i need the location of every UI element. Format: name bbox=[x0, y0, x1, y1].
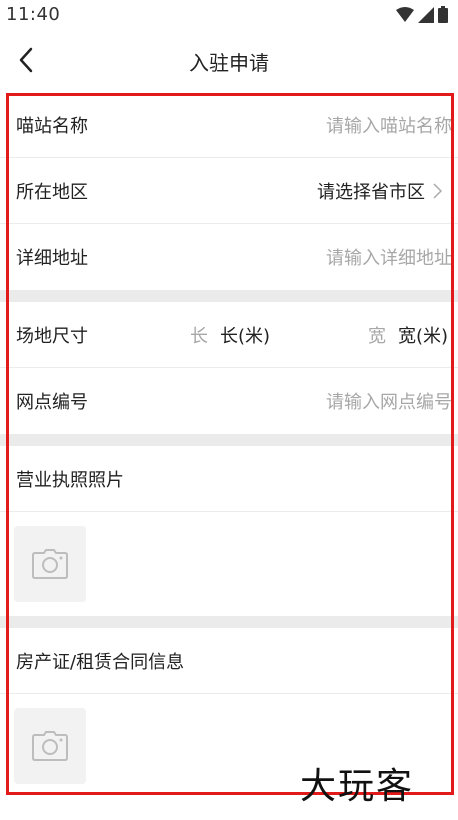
width-input[interactable]: 宽 宽(米) bbox=[368, 322, 448, 348]
outlet-number-label: 网点编号 bbox=[16, 392, 88, 413]
watermark: 大玩客 bbox=[300, 766, 415, 807]
station-name-label: 喵站名称 bbox=[16, 115, 88, 137]
signal-icon bbox=[418, 6, 434, 23]
address-label: 详细地址 bbox=[16, 248, 88, 269]
length-prefix: 长 bbox=[190, 325, 208, 347]
station-name-row: 喵站名称 请输入喵站名称 bbox=[0, 92, 458, 158]
status-time: 11:40 bbox=[6, 4, 61, 25]
width-unit: 宽(米) bbox=[398, 325, 449, 347]
property-cert-label: 房产证/租赁合同信息 bbox=[16, 651, 185, 673]
section-divider bbox=[0, 616, 458, 628]
width-prefix: 宽 bbox=[368, 325, 386, 347]
nav-bar: 入驻申请 bbox=[0, 30, 458, 90]
outlet-number-input[interactable]: 请输入网点编号 bbox=[326, 388, 452, 414]
business-license-upload-button[interactable] bbox=[14, 526, 86, 602]
region-selector[interactable]: 请选择省市区 bbox=[317, 178, 442, 204]
property-cert-row: 房产证/租赁合同信息 bbox=[0, 628, 458, 694]
battery-icon bbox=[438, 6, 448, 23]
page-title: 入驻申请 bbox=[189, 51, 269, 75]
station-name-input[interactable]: 请输入喵站名称 bbox=[326, 112, 452, 138]
section-divider bbox=[0, 290, 458, 302]
address-input[interactable]: 请输入详细地址 bbox=[326, 244, 452, 270]
wifi-icon bbox=[396, 6, 414, 22]
chevron-right-icon bbox=[433, 182, 442, 199]
status-bar: 11:40 bbox=[0, 0, 458, 30]
business-license-photo-area bbox=[0, 512, 458, 616]
status-icons bbox=[396, 6, 448, 23]
length-unit: 长(米) bbox=[220, 325, 271, 347]
region-row[interactable]: 所在地区 请选择省市区 bbox=[0, 158, 458, 224]
business-license-row: 营业执照照片 bbox=[0, 446, 458, 512]
property-cert-upload-button[interactable] bbox=[14, 708, 86, 784]
region-value: 请选择省市区 bbox=[317, 181, 425, 203]
section-divider bbox=[0, 434, 458, 446]
camera-icon bbox=[32, 731, 68, 761]
outlet-number-row: 网点编号 请输入网点编号 bbox=[0, 368, 458, 434]
site-size-row: 场地尺寸 长 长(米) 宽 宽(米) bbox=[0, 302, 458, 368]
length-input[interactable]: 长 长(米) bbox=[190, 322, 270, 348]
address-row: 详细地址 请输入详细地址 bbox=[0, 224, 458, 290]
region-label: 所在地区 bbox=[16, 181, 88, 203]
camera-icon bbox=[32, 549, 68, 579]
business-license-label: 营业执照照片 bbox=[16, 469, 124, 491]
application-form: 喵站名称 请输入喵站名称 所在地区 请选择省市区 详细地址 请输入详细地址 场地… bbox=[0, 92, 458, 798]
site-size-label: 场地尺寸 bbox=[16, 325, 88, 347]
